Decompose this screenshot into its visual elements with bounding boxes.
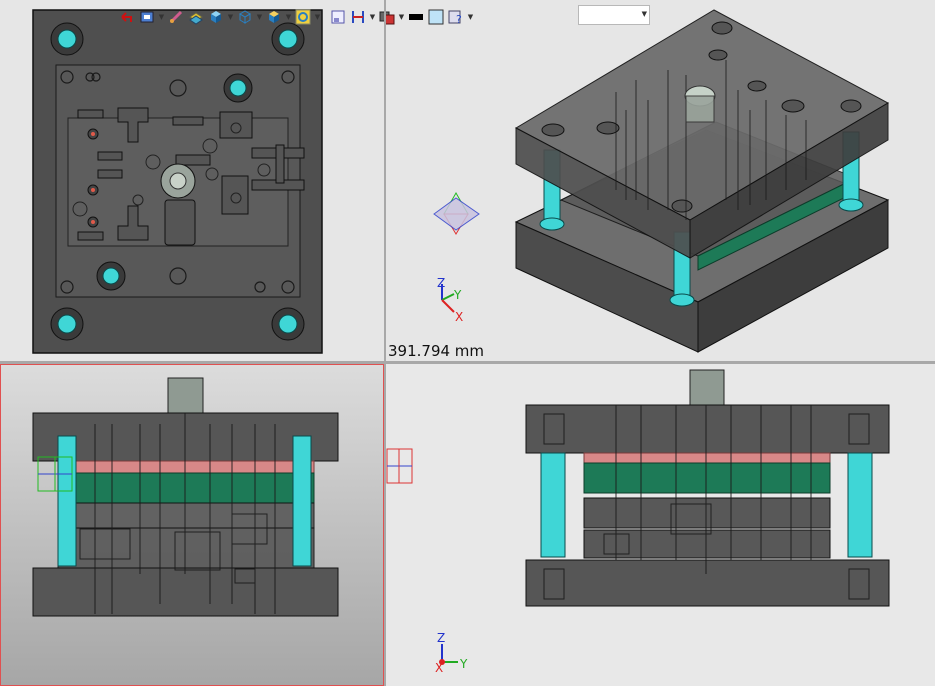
axis-triad-iso: Z Y X bbox=[437, 278, 463, 324]
measurement-readout: 391.794 mm bbox=[388, 342, 485, 360]
view-cube-icon[interactable] bbox=[433, 191, 480, 235]
ring-icon[interactable] bbox=[294, 8, 312, 26]
views-icon[interactable] bbox=[378, 8, 396, 26]
view-toolbar: ▼ ▼ ▼ ▼ ▼ ▼ ▼ ? ▼ bbox=[118, 6, 474, 28]
stack-layers-icon[interactable] bbox=[187, 8, 205, 26]
shaded-cube-dropdown[interactable]: ▼ bbox=[227, 8, 234, 26]
shaded-cube-icon[interactable] bbox=[207, 8, 225, 26]
axis-x-label: X bbox=[455, 310, 463, 324]
render-cube-icon[interactable] bbox=[265, 8, 283, 26]
viewport-divider-vertical[interactable] bbox=[384, 0, 386, 686]
section-plane-marker bbox=[37, 456, 73, 492]
guide-pillar-top-left bbox=[50, 22, 84, 56]
axis-z-label: Z bbox=[437, 278, 445, 290]
right-viewport[interactable]: Z X Y bbox=[386, 364, 935, 686]
help-icon[interactable]: ? bbox=[447, 8, 465, 26]
front-view-model bbox=[32, 377, 339, 617]
axis-y-label: Y bbox=[459, 657, 468, 671]
viewport-divider-horizontal[interactable] bbox=[0, 361, 935, 364]
section-icon[interactable] bbox=[349, 8, 367, 26]
wireframe-cube-dropdown[interactable]: ▼ bbox=[256, 8, 263, 26]
axis-y-label: Y bbox=[453, 288, 462, 302]
guide-pillar-bottom-right bbox=[271, 307, 305, 341]
wireframe-cube-icon[interactable] bbox=[236, 8, 254, 26]
top-viewport[interactable] bbox=[0, 0, 384, 361]
section-plane-marker-right bbox=[386, 448, 413, 484]
section-dropdown[interactable]: ▼ bbox=[369, 8, 376, 26]
window-icon[interactable] bbox=[329, 8, 347, 26]
views-dropdown[interactable]: ▼ bbox=[398, 8, 405, 26]
black-fill-icon[interactable] bbox=[407, 8, 425, 26]
axis-z-label: Z bbox=[437, 631, 445, 645]
front-viewport[interactable] bbox=[0, 364, 384, 686]
undo-arrow-icon[interactable] bbox=[118, 8, 136, 26]
axis-triad-right: Z X Y bbox=[435, 631, 468, 675]
brush-icon[interactable] bbox=[167, 8, 185, 26]
render-cube-dropdown[interactable]: ▼ bbox=[285, 8, 292, 26]
ring-dropdown[interactable]: ▼ bbox=[314, 8, 321, 26]
chevron-down-icon[interactable]: ▼ bbox=[642, 10, 647, 18]
isometric-viewport[interactable]: Z Y X bbox=[386, 0, 935, 361]
svg-text:?: ? bbox=[456, 13, 462, 25]
view-display-icon[interactable] bbox=[138, 8, 156, 26]
view-display-dropdown[interactable]: ▼ bbox=[158, 8, 165, 26]
axis-x-label: X bbox=[435, 661, 443, 675]
help-dropdown[interactable]: ▼ bbox=[467, 8, 474, 26]
top-view-model bbox=[32, 9, 323, 354]
light-fill-icon[interactable] bbox=[427, 8, 445, 26]
guide-pillar-bottom-left bbox=[50, 307, 84, 341]
scale-dropdown[interactable]: ▼ bbox=[578, 5, 650, 25]
